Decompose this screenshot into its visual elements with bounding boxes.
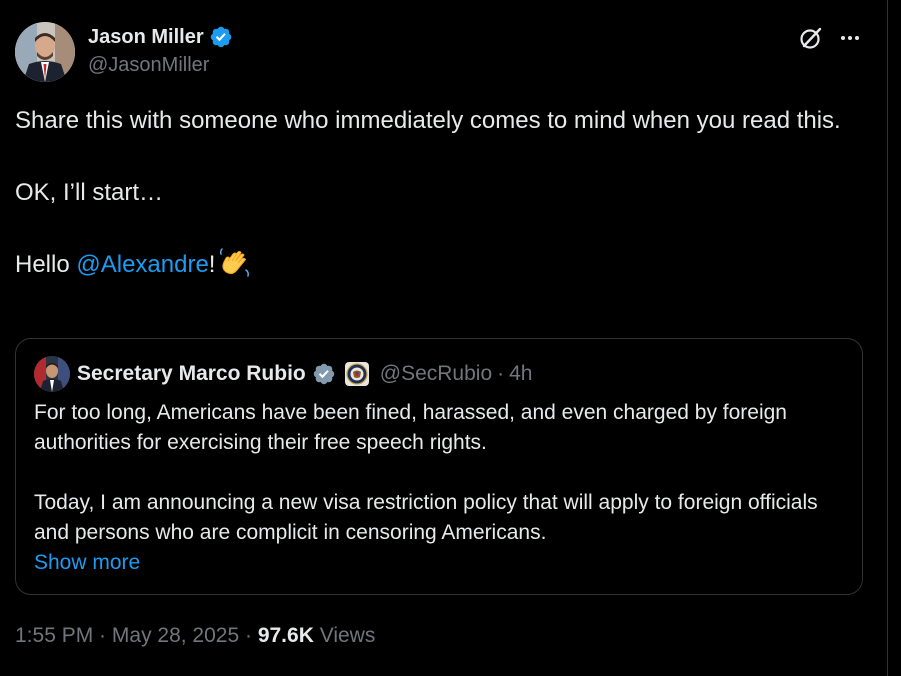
quoted-display-name[interactable]: Secretary Marco Rubio <box>77 362 306 386</box>
verified-badge-icon[interactable] <box>209 25 233 49</box>
quoted-tweet-card[interactable]: Secretary Marco Rubio @SecRubio · 4h For… <box>15 338 863 595</box>
tweet-paragraph-1: Share this with someone who immediately … <box>15 107 841 134</box>
author-handle[interactable]: @JasonMiller <box>88 54 209 77</box>
author-avatar[interactable] <box>15 22 75 82</box>
mention-link[interactable]: @Alexandre <box>76 251 208 278</box>
show-more-link[interactable]: Show more <box>34 551 140 574</box>
meta-separator-1: · <box>93 624 112 647</box>
waving-hand-icon <box>220 248 250 277</box>
quoted-paragraph-2: Today, I am announcing a new visa restri… <box>34 491 818 544</box>
quoted-tweet-header: Secretary Marco Rubio @SecRubio · 4h <box>77 360 532 388</box>
state-department-seal-icon[interactable] <box>344 362 369 386</box>
tweet-paragraph-2: OK, I’ll start… <box>15 179 164 206</box>
tweet-paragraph-3: Hello @Alexandre! <box>15 247 865 283</box>
more-options-icon[interactable] <box>836 24 864 52</box>
author-display-name[interactable]: Jason Miller <box>88 26 204 49</box>
column-divider <box>887 0 888 676</box>
tweet-hello-text: Hello <box>15 251 77 278</box>
grok-icon[interactable] <box>797 24 825 52</box>
author-name-row[interactable]: Jason Miller <box>88 24 233 50</box>
views-count: 97.6K <box>257 624 314 647</box>
meta-separator-2: · <box>239 624 258 647</box>
quoted-timestamp[interactable]: 4h <box>509 362 532 386</box>
gray-verified-badge-icon[interactable] <box>312 362 336 386</box>
quoted-handle[interactable]: @SecRubio <box>380 362 492 386</box>
tweet-exclamation: ! <box>208 251 216 278</box>
tweet-date[interactable]: May 28, 2025 <box>112 624 239 647</box>
quoted-paragraph-1: For too long, Americans have been fined,… <box>34 401 787 454</box>
quoted-separator: · <box>497 362 505 385</box>
tweet-time[interactable]: 1:55 PM <box>15 624 93 647</box>
views-label: Views <box>313 624 376 647</box>
author-avatar-image <box>15 22 75 82</box>
quoted-author-avatar[interactable] <box>34 356 70 392</box>
tweet-meta: 1:55 PM · May 28, 2025 · 97.6K Views <box>15 624 375 648</box>
tweet-text: Share this with someone who immediately … <box>15 103 865 283</box>
quoted-tweet-text: For too long, Americans have been fined,… <box>34 398 844 578</box>
